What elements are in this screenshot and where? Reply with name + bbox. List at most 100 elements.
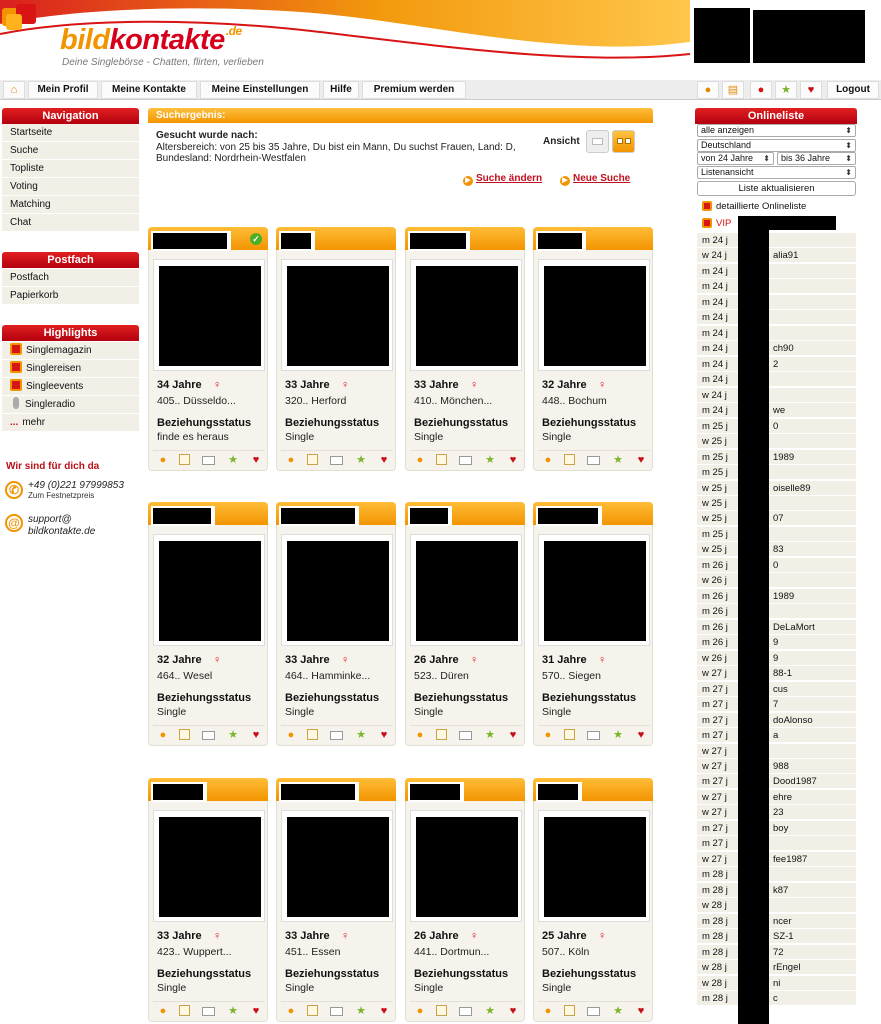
notes-icon[interactable] [179,454,190,465]
profile-photo[interactable] [287,817,389,917]
sidebar-item-chat[interactable]: Chat [2,214,139,232]
nav-meine-einstellungen[interactable]: Meine Einstellungen [200,81,320,99]
online-user-row[interactable]: w 27 j ehre [697,789,856,805]
profile-photo[interactable] [544,817,646,917]
online-user-row[interactable]: m 27 j doAlonso [697,712,856,728]
new-search-link[interactable]: ▶ Neue Suche [560,173,630,186]
profile-icon[interactable]: ● [284,1005,298,1017]
mail-icon[interactable] [202,1007,215,1016]
online-user-row[interactable]: w 28 j [697,898,856,914]
online-user-row[interactable]: m 24 j ch90 [697,341,856,357]
nav-premium[interactable]: Premium werden [362,81,466,99]
online-user-row[interactable]: m 26 j 1989 [697,588,856,604]
mail-icon[interactable] [330,456,343,465]
profile-icon[interactable]: ● [156,454,170,466]
sidebar-item-postfach[interactable]: Postfach [2,269,139,287]
sidebar-item-singlemagazin[interactable]: Singlemagazin [2,342,139,360]
profile-photo-frame[interactable] [410,259,522,371]
profile-photo-frame[interactable] [281,534,393,646]
online-user-row[interactable]: m 27 j a [697,728,856,744]
favorite-icon[interactable]: ★ [483,454,497,466]
profile-photo-frame[interactable] [538,810,650,922]
online-user-row[interactable]: m 28 j ncer [697,913,856,929]
online-user-row[interactable]: m 24 j [697,233,856,248]
online-user-row[interactable]: w 25 j oiselle89 [697,480,856,496]
change-search-link[interactable]: ▶ Suche ändern [463,173,542,186]
profile-photo[interactable] [159,541,261,641]
online-user-row[interactable]: m 25 j 0 [697,418,856,434]
online-user-row[interactable]: w 24 j [697,387,856,403]
online-user-row[interactable]: m 27 j cus [697,681,856,697]
favorite-icon[interactable]: ★ [226,729,240,741]
logout-button[interactable]: Logout [827,81,879,99]
redacted-username[interactable] [410,508,448,524]
age-to-select[interactable]: bis 36 Jahre ⬍ [777,152,856,165]
online-user-row[interactable]: w 25 j [697,495,856,511]
nav-hilfe[interactable]: Hilfe [323,81,359,99]
sidebar-item-singlereisen[interactable]: Singlereisen [2,360,139,378]
online-user-row[interactable]: m 24 j [697,279,856,295]
profile-card[interactable]: 32 Jahre ♀ 464.. Wesel Beziehungsstatus Sing… [148,502,268,746]
sidebar-item-mehr[interactable]: ... mehr [2,414,139,432]
sidebar-item-papierkorb[interactable]: Papierkorb [2,287,139,305]
mail-icon[interactable] [202,456,215,465]
online-user-row[interactable]: m 24 j [697,372,856,388]
online-user-row[interactable]: m 27 j boy [697,820,856,836]
profile-photo-frame[interactable] [410,810,522,922]
profile-card[interactable]: 33 Jahre ♀ 451.. Essen Beziehungsstatus Sing… [276,778,396,1022]
favorite-icon[interactable]: ★ [226,1005,240,1017]
favorite-icon[interactable]: ★ [226,454,240,466]
online-user-row[interactable]: m 24 j [697,310,856,326]
redacted-username[interactable] [410,233,466,249]
profile-icon[interactable]: ● [541,1005,555,1017]
notes-icon[interactable] [564,1005,575,1016]
kiss-icon[interactable]: ♥ [377,1005,391,1017]
mail-icon[interactable] [459,731,472,740]
redacted-username[interactable] [281,508,355,524]
profile-icon[interactable]: ● [541,454,555,466]
online-user-row[interactable]: w 27 j 88-1 [697,666,856,682]
redacted-username[interactable] [153,508,211,524]
mail-icon[interactable] [330,1007,343,1016]
favorite-icon[interactable]: ★ [611,1005,625,1017]
online-user-row[interactable]: m 25 j 1989 [697,449,856,465]
profile-card[interactable]: 26 Jahre ♀ 441.. Dortmun... Beziehungsstatu… [405,778,525,1022]
online-user-row[interactable]: m 28 j k87 [697,882,856,898]
online-user-row[interactable]: m 26 j DeLaMort [697,619,856,635]
mail-icon[interactable] [330,731,343,740]
sidebar-item-singleevents[interactable]: Singleevents [2,378,139,396]
logo[interactable]: bildkontakte.de [60,24,242,57]
online-user-row[interactable]: m 27 j [697,836,856,852]
online-user-row[interactable]: m 26 j 0 [697,557,856,573]
redacted-username[interactable] [538,784,578,800]
mail-icon[interactable] [587,731,600,740]
profile-photo[interactable] [159,266,261,366]
profile-icon[interactable]: ● [284,729,298,741]
kisses-icon[interactable]: ♥ [800,81,822,99]
favorite-icon[interactable]: ★ [483,1005,497,1017]
online-user-row[interactable]: w 27 j [697,743,856,759]
favorite-icon[interactable]: ★ [483,729,497,741]
sidebar-item-singleradio[interactable]: Singleradio [2,396,139,414]
online-user-row[interactable]: m 28 j 72 [697,944,856,960]
favorite-icon[interactable]: ★ [611,729,625,741]
online-user-row[interactable]: w 25 j 83 [697,542,856,558]
online-user-row[interactable]: m 28 j [697,867,856,883]
profile-photo[interactable] [287,266,389,366]
mail-icon[interactable] [202,731,215,740]
profile-card[interactable]: ✓ 34 Jahre ♀ 405.. Düsseldo... Beziehungssta… [148,227,268,471]
kiss-icon[interactable]: ♥ [249,729,263,741]
profile-icon[interactable]: ● [413,729,427,741]
grid-view-button[interactable] [612,130,635,153]
favorite-icon[interactable]: ★ [354,454,368,466]
redacted-username[interactable] [538,233,582,249]
online-user-row[interactable]: w 27 j fee1987 [697,851,856,867]
notes-icon[interactable] [436,1005,447,1016]
profile-icon[interactable]: ● [697,81,719,99]
profile-photo[interactable] [416,541,518,641]
favorite-icon[interactable]: ★ [611,454,625,466]
kiss-icon[interactable]: ♥ [377,454,391,466]
profile-card[interactable]: 31 Jahre ♀ 570.. Siegen Beziehungsstatus Sin… [533,502,653,746]
profile-icon[interactable]: ● [413,454,427,466]
online-user-row[interactable]: w 26 j [697,573,856,589]
